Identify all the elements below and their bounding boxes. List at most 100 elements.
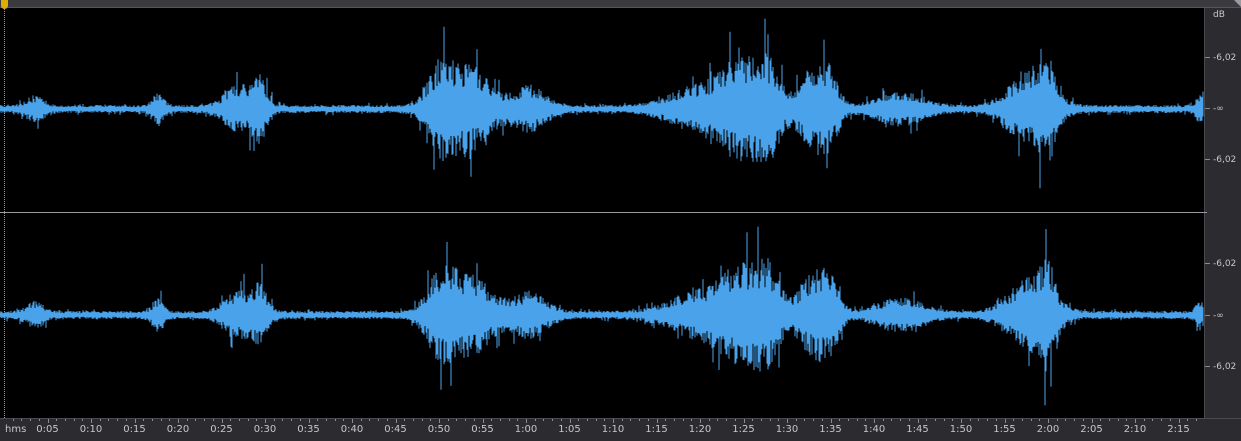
- time-minor-tick: [795, 419, 797, 421]
- time-label: 2:10: [1123, 424, 1147, 435]
- time-minor-tick: [969, 419, 971, 421]
- time-minor-tick: [238, 419, 240, 421]
- time-tick: [700, 419, 701, 423]
- time-tick: [656, 419, 658, 423]
- time-minor-tick: [1021, 419, 1023, 421]
- db-label: -6,02: [1213, 362, 1237, 372]
- time-minor-tick: [995, 419, 997, 421]
- time-minor-tick: [778, 419, 780, 421]
- time-label: 1:35: [819, 424, 842, 435]
- time-minor-tick: [256, 419, 258, 421]
- time-minor-tick: [230, 419, 232, 421]
- time-minor-tick: [56, 419, 58, 421]
- time-minor-tick: [291, 419, 293, 421]
- time-minor-tick: [160, 419, 162, 421]
- time-minor-tick: [665, 419, 667, 421]
- time-minor-tick: [473, 419, 475, 421]
- time-label: 1:15: [645, 424, 668, 435]
- time-minor-tick: [499, 419, 501, 421]
- time-minor-tick: [247, 419, 249, 421]
- time-minor-tick: [813, 419, 815, 421]
- time-minor-tick: [30, 419, 32, 421]
- playhead-handle[interactable]: [1, 0, 8, 9]
- time-minor-tick: [204, 419, 206, 421]
- time-label: 1:40: [862, 424, 886, 435]
- time-minor-tick: [1195, 419, 1197, 421]
- time-tick: [830, 419, 832, 423]
- time-tick: [439, 419, 440, 423]
- waveform-channel-1[interactable]: [0, 8, 1204, 212]
- time-minor-tick: [552, 419, 554, 421]
- time-minor-tick: [299, 419, 301, 421]
- time-minor-tick: [865, 419, 867, 421]
- time-label: 2:00: [1036, 424, 1060, 435]
- time-tick: [482, 419, 484, 423]
- timeline-header[interactable]: [0, 0, 1241, 8]
- time-ruler[interactable]: hms 0:05 0:10 0:15 0:20 0:25 0:30 0:35 0:40 0:45…: [0, 418, 1241, 441]
- time-label: 1:30: [775, 424, 799, 435]
- time-minor-tick: [604, 419, 606, 421]
- time-minor-tick: [73, 419, 75, 421]
- time-label: 1:50: [949, 424, 973, 435]
- time-label: 0:50: [427, 424, 451, 435]
- waveform-trace: [0, 226, 1204, 406]
- time-minor-tick: [804, 419, 806, 421]
- time-minor-tick: [691, 419, 693, 421]
- time-minor-tick: [926, 419, 928, 421]
- time-tick: [352, 419, 353, 423]
- time-label: 0:30: [253, 424, 277, 435]
- time-minor-tick: [1187, 419, 1189, 421]
- time-minor-tick: [1065, 419, 1067, 421]
- time-minor-tick: [1030, 419, 1032, 421]
- time-tick: [526, 419, 527, 423]
- time-minor-tick: [578, 419, 580, 421]
- time-minor-tick: [1100, 419, 1102, 421]
- time-minor-tick: [386, 419, 388, 421]
- time-tick: [221, 419, 223, 423]
- time-tick: [961, 419, 962, 423]
- end-marker[interactable]: [1234, 0, 1241, 7]
- db-tick: [1205, 57, 1210, 58]
- time-minor-tick: [543, 419, 545, 421]
- time-minor-tick: [360, 419, 362, 421]
- time-minor-tick: [752, 419, 754, 421]
- time-tick: [178, 419, 179, 423]
- time-label: 1:20: [688, 424, 712, 435]
- time-minor-tick: [212, 419, 214, 421]
- time-minor-tick: [560, 419, 562, 421]
- time-tick: [308, 419, 310, 423]
- time-minor-tick: [317, 419, 319, 421]
- time-label: 1:25: [732, 424, 755, 435]
- time-minor-tick: [682, 419, 684, 421]
- playhead-line: [4, 9, 5, 418]
- time-minor-tick: [900, 419, 902, 421]
- time-minor-tick: [630, 419, 632, 421]
- time-minor-tick: [99, 419, 101, 421]
- waveform-channel-2[interactable]: [0, 214, 1204, 418]
- time-minor-tick: [1152, 419, 1154, 421]
- time-unit-label: hms: [5, 424, 27, 435]
- time-minor-tick: [586, 419, 588, 421]
- time-minor-tick: [82, 419, 84, 421]
- time-minor-tick: [708, 419, 710, 421]
- waveform-editor[interactable]: [0, 8, 1204, 418]
- time-minor-tick: [491, 419, 493, 421]
- time-tick: [134, 419, 136, 423]
- time-minor-tick: [856, 419, 858, 421]
- waveform-trace: [0, 18, 1204, 189]
- time-label: 0:35: [297, 424, 320, 435]
- time-minor-tick: [143, 419, 145, 421]
- time-minor-tick: [943, 419, 945, 421]
- db-label: -6,02: [1213, 259, 1237, 269]
- time-minor-tick: [734, 419, 736, 421]
- time-minor-tick: [64, 419, 66, 421]
- time-minor-tick: [1056, 419, 1058, 421]
- time-minor-tick: [21, 419, 23, 421]
- amplitude-ruler[interactable]: dB -6,02 -∞ -6,02 -6,02 -∞ -6,02: [1204, 8, 1241, 418]
- time-minor-tick: [369, 419, 371, 421]
- time-minor-tick: [717, 419, 719, 421]
- time-tick: [265, 419, 266, 423]
- time-label: 0:05: [36, 424, 59, 435]
- time-minor-tick: [987, 419, 989, 421]
- time-label: 0:55: [471, 424, 494, 435]
